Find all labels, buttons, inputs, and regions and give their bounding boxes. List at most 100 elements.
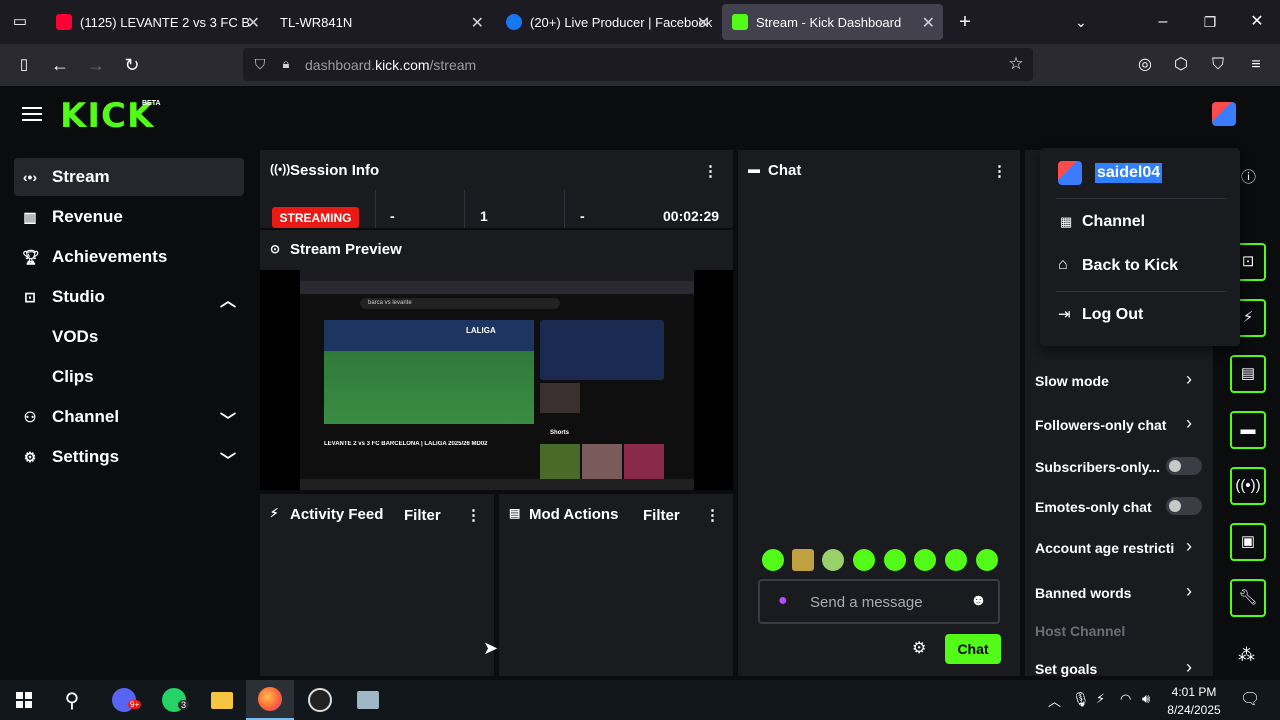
sidebar-item-studio[interactable]: ⊡ Studio ︿ <box>14 278 244 316</box>
layout-icon[interactable]: ▣ <box>1230 523 1266 561</box>
setting-banned-words[interactable]: Banned words <box>1035 585 1131 601</box>
reload-icon[interactable]: ↻ <box>121 54 143 76</box>
emote[interactable] <box>976 549 998 571</box>
tab-router[interactable]: TL-WR841N ✕ <box>270 4 492 40</box>
minimize-icon[interactable]: – <box>1152 11 1174 33</box>
sidebar-item-clips[interactable]: Clips <box>14 358 244 396</box>
setting-followers-only[interactable]: Followers-only chat <box>1035 417 1166 433</box>
chat-bubble-icon[interactable]: ▬ <box>1230 411 1266 449</box>
window-close-icon[interactable]: ✕ <box>1246 11 1268 33</box>
tab-youtube[interactable]: (1125) LEVANTE 2 vs 3 FC BARC ✕ <box>46 4 268 40</box>
bookmark-star-icon[interactable]: ☆ <box>1005 53 1027 75</box>
filter-button[interactable]: Filter <box>404 507 441 524</box>
search-icon[interactable]: ⚲ <box>48 680 96 720</box>
username[interactable]: saidel04 <box>1095 163 1163 183</box>
sidebar-item-vods[interactable]: VODs <box>14 318 244 356</box>
chevron-right-icon[interactable]: › <box>1186 413 1192 434</box>
back-icon[interactable]: ← <box>49 54 71 76</box>
more-options-icon[interactable]: ⋮ <box>992 162 1007 180</box>
panel-title: Stream Preview <box>290 240 402 258</box>
tab-facebook[interactable]: (20+) Live Producer | Facebook ✕ <box>496 4 718 40</box>
clock-date[interactable]: 8/24/2025 <box>1164 703 1224 717</box>
user-avatar[interactable] <box>1212 102 1236 126</box>
menu-icon[interactable]: ≡ <box>1245 54 1267 76</box>
menu-item-back-to-kick[interactable]: Back to Kick <box>1082 257 1178 275</box>
close-icon[interactable]: ✕ <box>471 13 484 33</box>
notes-icon[interactable]: ▤ <box>1230 355 1266 393</box>
close-icon[interactable]: ✕ <box>247 13 260 33</box>
app-window-icon[interactable] <box>344 680 392 720</box>
windows-start-icon[interactable] <box>0 680 48 720</box>
hamburger-icon[interactable] <box>22 106 42 122</box>
broadcast-icon[interactable]: ((•)) <box>1230 467 1266 505</box>
panel-header: ▤ Mod Actions <box>499 494 733 534</box>
wifi-icon[interactable]: ◠ <box>1120 691 1131 707</box>
restore-icon[interactable]: ❐ <box>1199 11 1221 33</box>
emote[interactable] <box>914 549 936 571</box>
tab-kick[interactable]: Stream - Kick Dashboard ✕ <box>722 4 943 40</box>
microphone-icon[interactable]: 🎙︎ <box>1072 691 1090 708</box>
shield-icon[interactable]: ⛉ <box>1207 54 1229 76</box>
close-icon[interactable]: ✕ <box>697 13 710 33</box>
firefox-icon[interactable] <box>246 680 294 720</box>
setting-subscribers-only[interactable]: Subscribers-only... <box>1035 459 1160 475</box>
clock-time[interactable]: 4:01 PM <box>1164 685 1224 699</box>
battery-icon[interactable]: ⚡︎ <box>1096 691 1105 707</box>
extensions-icon[interactable]: ⬡ <box>1170 54 1192 76</box>
setting-emotes-only[interactable]: Emotes-only chat <box>1035 499 1152 515</box>
close-icon[interactable]: ✕ <box>922 13 935 33</box>
lock-icon[interactable]: 🔒︎ <box>275 53 297 75</box>
chevron-down-icon[interactable]: ⌄ <box>1070 11 1092 33</box>
sidebar-item-channel[interactable]: ⚇ Channel ﹀ <box>14 398 244 436</box>
emote[interactable] <box>792 549 814 571</box>
sidebar-toggle-icon[interactable]: ▯ <box>13 54 35 76</box>
menu-item-log-out[interactable]: Log Out <box>1082 306 1143 324</box>
notifications-icon[interactable]: 🗨︎ <box>1240 689 1260 709</box>
subscribers-only-toggle[interactable] <box>1166 457 1202 475</box>
emote[interactable] <box>853 549 875 571</box>
gear-icon[interactable]: ⚙ <box>912 638 926 658</box>
more-options-icon[interactable]: ⋮ <box>466 506 481 524</box>
file-explorer-icon[interactable] <box>198 680 246 720</box>
microphone-icon[interactable]: ● <box>778 592 788 610</box>
setting-slow-mode[interactable]: Slow mode <box>1035 373 1109 389</box>
kick-logo[interactable]: KICK <box>60 96 154 136</box>
emote[interactable] <box>762 549 784 571</box>
sidebar-item-revenue[interactable]: ▥ Revenue <box>14 198 244 236</box>
more-options-icon[interactable]: ⋮ <box>703 162 718 180</box>
sidebar-item-stream[interactable]: ‹•› Stream <box>14 158 244 196</box>
emotes-only-toggle[interactable] <box>1166 497 1202 515</box>
chat-send-button[interactable]: Chat <box>945 634 1001 664</box>
chat-input[interactable]: ● Send a message ☻ <box>758 579 1000 624</box>
emoji-icon[interactable]: ☻ <box>970 592 987 610</box>
connections-icon[interactable]: ⁂ <box>1238 645 1255 665</box>
chevron-right-icon[interactable]: › <box>1186 536 1192 557</box>
account-icon[interactable]: ◎ <box>1134 54 1156 76</box>
emote[interactable] <box>884 549 906 571</box>
new-tab-icon[interactable]: + <box>954 11 976 33</box>
discord-icon[interactable]: 9+ <box>100 680 148 720</box>
sidebar-item-achievements[interactable]: 🏆︎ Achievements <box>14 238 244 276</box>
chevron-right-icon[interactable]: › <box>1186 369 1192 390</box>
sidebar-item-label: Settings <box>52 447 120 466</box>
setting-account-age[interactable]: Account age restricti <box>1035 540 1179 556</box>
tracking-protection-icon[interactable]: ⛉ <box>249 53 271 75</box>
emote[interactable] <box>822 549 844 571</box>
info-icon[interactable]: ⓘ <box>1241 166 1256 187</box>
setting-host-channel: Host Channel <box>1035 623 1126 639</box>
more-options-icon[interactable]: ⋮ <box>705 506 720 524</box>
sidebar-item-settings[interactable]: ⚙ Settings ﹀ <box>14 438 244 476</box>
emote[interactable] <box>945 549 967 571</box>
volume-icon[interactable]: 🔊︎ <box>1142 691 1150 707</box>
tray-chevron-icon[interactable]: ︿ <box>1048 691 1061 710</box>
chevron-right-icon[interactable]: › <box>1186 581 1192 602</box>
chevron-right-icon[interactable]: › <box>1186 657 1192 678</box>
menu-item-channel[interactable]: Channel <box>1082 213 1145 231</box>
wrench-icon[interactable]: 🔧︎ <box>1230 579 1266 617</box>
filter-button[interactable]: Filter <box>643 507 680 524</box>
tab-list-icon[interactable]: ▭ <box>9 11 31 33</box>
whatsapp-icon[interactable]: 3 <box>150 680 198 720</box>
obs-icon[interactable] <box>296 680 344 720</box>
setting-set-goals[interactable]: Set goals <box>1035 661 1097 677</box>
forward-icon[interactable]: → <box>85 54 107 76</box>
